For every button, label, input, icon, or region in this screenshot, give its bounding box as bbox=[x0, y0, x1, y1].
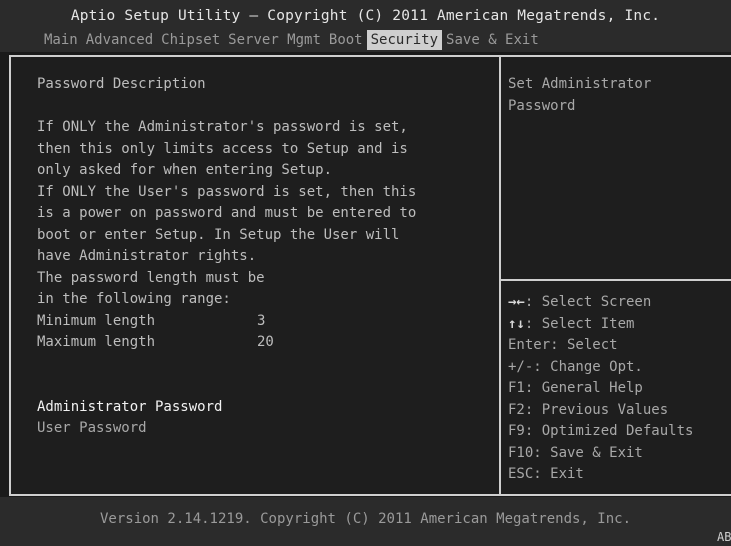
left-right-arrows-icon: →← bbox=[508, 294, 525, 310]
key-f1: F1: General Help bbox=[508, 380, 643, 396]
tab-boot[interactable]: Boot bbox=[325, 30, 367, 50]
utility-title: Aptio Setup Utility – Copyright (C) 2011… bbox=[70, 8, 661, 24]
help-text-line: Password bbox=[508, 97, 576, 114]
key-f10: F10: Save & Exit bbox=[508, 444, 643, 461]
description-line: in the following range: bbox=[37, 291, 231, 307]
administrator-password-item[interactable]: Administrator Password bbox=[37, 397, 497, 419]
section-heading: Password Description bbox=[37, 76, 206, 92]
help-text-line: Set Administrator bbox=[508, 76, 652, 92]
min-length-label: Minimum length bbox=[37, 312, 156, 329]
help-panel: Set Administrator Password bbox=[508, 74, 730, 117]
key-legend: →←: Select Screen ↑↓: Select Item Enter:… bbox=[508, 292, 731, 486]
tab-security[interactable]: Security bbox=[366, 30, 443, 50]
key-desc: : Select Item bbox=[524, 315, 635, 332]
min-length-row: Minimum length 3 bbox=[37, 311, 497, 333]
tab-bar: Main Advanced Chipset Server Mgmt Boot S… bbox=[40, 30, 543, 50]
key-select-screen: →←: Select Screen bbox=[508, 292, 731, 314]
tab-save-exit[interactable]: Save & Exit bbox=[442, 30, 543, 50]
description-line: If ONLY the User's password is set, then… bbox=[37, 183, 417, 200]
key-f9: F9: Optimized Defaults bbox=[508, 423, 694, 439]
version-text: Version 2.14.1219. Copyright (C) 2011 Am… bbox=[99, 511, 631, 527]
description-line: The password length must be bbox=[37, 269, 265, 286]
title-bar: Aptio Setup Utility – Copyright (C) 2011… bbox=[0, 0, 731, 52]
key-f2: F2: Previous Values bbox=[508, 401, 669, 418]
key-select-item: ↑↓: Select Item bbox=[508, 314, 731, 336]
description-line: boot or enter Setup. In Setup the User w… bbox=[37, 226, 400, 243]
help-divider bbox=[501, 279, 731, 281]
footer-bar: Version 2.14.1219. Copyright (C) 2011 Am… bbox=[0, 497, 731, 546]
tab-advanced[interactable]: Advanced bbox=[82, 30, 157, 50]
min-length-value: 3 bbox=[257, 312, 266, 329]
settings-panel: Password Description If ONLY the Adminis… bbox=[37, 74, 497, 440]
up-down-arrows-icon: ↑↓ bbox=[508, 315, 525, 332]
key-enter: Enter: Select bbox=[508, 337, 618, 353]
tab-chipset[interactable]: Chipset bbox=[157, 30, 224, 50]
max-length-label: Maximum length bbox=[37, 334, 156, 350]
vertical-divider bbox=[499, 57, 501, 494]
description-line: If ONLY the Administrator's password is … bbox=[37, 119, 408, 135]
user-password-item[interactable]: User Password bbox=[37, 418, 497, 440]
description-line: only asked for when entering Setup. bbox=[37, 162, 333, 178]
description-line: have Administrator rights. bbox=[37, 248, 257, 264]
key-desc: : Select Screen bbox=[524, 294, 652, 310]
corner-label: AB bbox=[717, 530, 731, 544]
key-esc: ESC: Exit bbox=[508, 466, 584, 482]
tab-main[interactable]: Main bbox=[40, 30, 82, 50]
max-length-row: Maximum length 20 bbox=[37, 332, 497, 354]
main-frame: Password Description If ONLY the Adminis… bbox=[9, 55, 731, 496]
key-change-opt: +/-: Change Opt. bbox=[508, 358, 643, 375]
max-length-value: 20 bbox=[257, 334, 274, 350]
tab-server-mgmt[interactable]: Server Mgmt bbox=[224, 30, 325, 50]
description-line: is a power on password and must be enter… bbox=[37, 205, 417, 221]
description-line: then this only limits access to Setup an… bbox=[37, 140, 408, 157]
